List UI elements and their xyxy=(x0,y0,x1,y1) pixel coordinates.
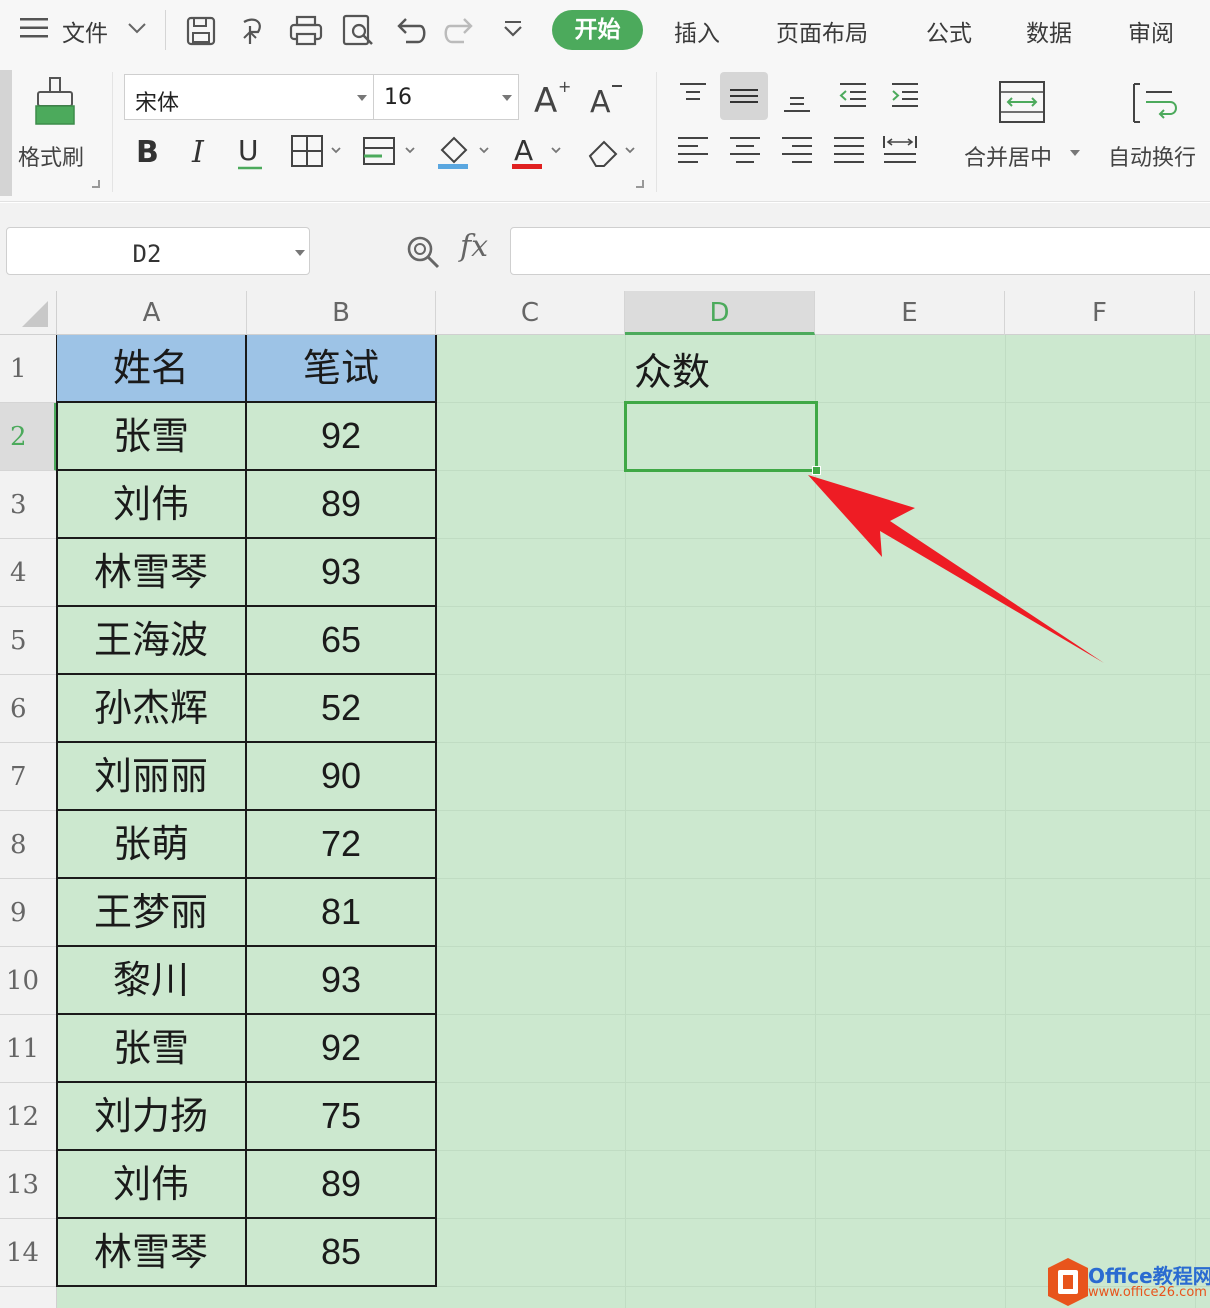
merge-center-icon[interactable] xyxy=(998,78,1048,132)
svg-text:B: B xyxy=(136,135,159,168)
svg-text:A: A xyxy=(534,81,557,118)
format-painter-icon[interactable] xyxy=(32,76,78,132)
ribbon-toolbar: 格式刷 宋体 16 A + A B I U A 合并居中 自动换行 xyxy=(0,62,1210,202)
clear-format-icon[interactable] xyxy=(584,134,642,174)
fill-color-icon[interactable] xyxy=(436,132,494,176)
office-logo-icon xyxy=(1048,1258,1088,1306)
justify-icon[interactable] xyxy=(832,134,866,168)
formula-input[interactable] xyxy=(510,227,1210,275)
hamburger-menu-icon[interactable] xyxy=(20,17,50,39)
font-size-value: 16 xyxy=(384,85,412,110)
spreadsheet-grid: A B C D E F 1 2 3 4 5 6 7 8 9 10 11 12 13 14 姓名 笔试 张雪 92… xyxy=(0,291,1210,1308)
borders-icon[interactable] xyxy=(290,134,346,174)
ribbon-divider xyxy=(656,72,657,192)
chevron-down-icon[interactable] xyxy=(126,20,148,40)
tab-formulas[interactable]: 公式 xyxy=(926,14,972,48)
font-name-value: 宋体 xyxy=(135,91,180,116)
watermark-logo: Office教程网 www.office26.com xyxy=(1044,1256,1210,1308)
svg-text:A: A xyxy=(590,85,611,118)
svg-text:I: I xyxy=(191,135,205,168)
insert-function-button[interactable]: fx xyxy=(460,229,488,264)
ribbon-collapse-strip[interactable] xyxy=(0,70,12,196)
svg-text:A: A xyxy=(514,134,533,167)
merge-center-caret-icon[interactable] xyxy=(1070,150,1080,156)
align-left-icon[interactable] xyxy=(676,134,710,168)
increase-indent-icon[interactable] xyxy=(888,80,922,114)
name-box-caret-icon xyxy=(295,250,305,256)
font-name-select[interactable]: 宋体 xyxy=(124,74,374,120)
wrap-text-icon[interactable] xyxy=(1130,78,1180,132)
underline-icon[interactable]: U xyxy=(236,132,268,176)
svg-text:U: U xyxy=(238,134,259,167)
print-preview-icon[interactable] xyxy=(340,12,376,48)
align-top-icon[interactable] xyxy=(676,80,710,114)
decrease-font-size-icon[interactable]: A xyxy=(588,78,628,122)
wrap-text-label[interactable]: 自动换行 xyxy=(1108,140,1196,172)
tab-page-layout[interactable]: 页面布局 xyxy=(776,14,868,48)
redo-icon[interactable] xyxy=(442,12,478,48)
name-box-value: D2 xyxy=(132,240,162,268)
print-icon[interactable] xyxy=(288,12,324,48)
align-bottom-icon[interactable] xyxy=(780,80,814,118)
clipboard-launcher-icon[interactable] xyxy=(92,180,100,188)
formula-bar: D2 fx xyxy=(0,203,1210,291)
export-icon[interactable] xyxy=(236,12,272,48)
tab-insert[interactable]: 插入 xyxy=(674,14,720,48)
menu-bar: 文件 开始 插入 页面布局 公式 数据 审阅 xyxy=(0,0,1210,62)
italic-icon[interactable]: I xyxy=(186,132,218,172)
annotation-arrow xyxy=(808,475,1104,663)
font-size-caret-icon xyxy=(502,95,512,101)
merge-center-label[interactable]: 合并居中 xyxy=(964,140,1052,172)
zoom-search-icon[interactable] xyxy=(404,233,444,277)
align-right-icon[interactable] xyxy=(780,134,814,168)
decrease-indent-icon[interactable] xyxy=(836,80,870,114)
tab-review[interactable]: 审阅 xyxy=(1128,14,1174,48)
file-menu[interactable]: 文件 xyxy=(62,14,108,48)
font-color-icon[interactable]: A xyxy=(510,132,568,176)
name-box[interactable]: D2 xyxy=(6,227,310,275)
ribbon-divider xyxy=(112,72,113,192)
bold-icon[interactable]: B xyxy=(134,132,166,172)
watermark-url: www.office26.com xyxy=(1088,1285,1207,1300)
font-launcher-icon[interactable] xyxy=(636,180,644,188)
save-icon[interactable] xyxy=(184,12,220,48)
tab-data[interactable]: 数据 xyxy=(1026,14,1072,48)
align-center-icon[interactable] xyxy=(728,134,762,168)
undo-icon[interactable] xyxy=(392,12,428,48)
increase-font-size-icon[interactable]: A + xyxy=(532,77,572,122)
tab-home[interactable]: 开始 xyxy=(552,10,643,50)
menu-divider xyxy=(165,10,166,50)
font-size-select[interactable]: 16 xyxy=(373,74,519,120)
font-name-caret-icon xyxy=(357,95,367,101)
svg-text:+: + xyxy=(558,78,571,96)
cell-style-icon[interactable] xyxy=(362,134,418,174)
customize-toolbar-icon[interactable] xyxy=(496,12,532,48)
align-middle-icon[interactable] xyxy=(720,72,768,120)
format-painter-label[interactable]: 格式刷 xyxy=(18,140,84,172)
distributed-align-icon[interactable] xyxy=(882,134,918,170)
